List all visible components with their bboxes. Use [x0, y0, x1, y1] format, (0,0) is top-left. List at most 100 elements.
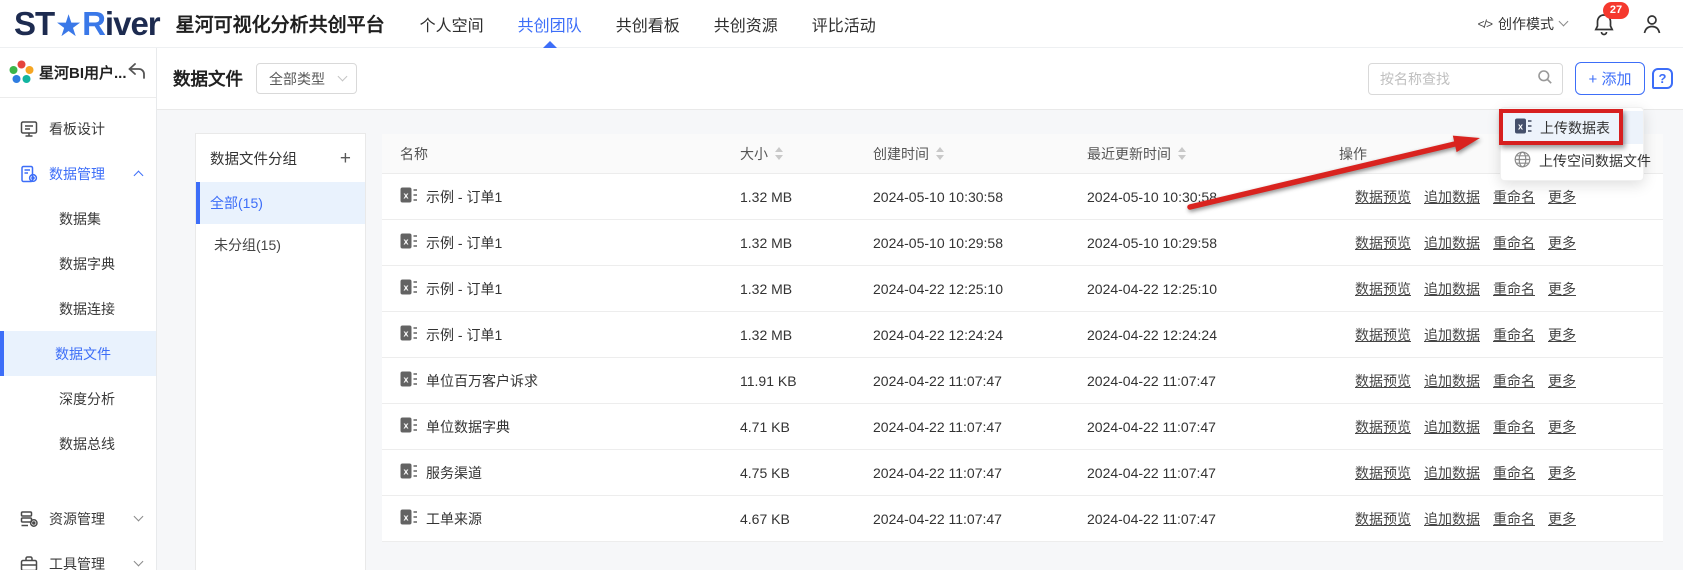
action-data-preview[interactable]: 数据预览: [1355, 417, 1411, 437]
sidebar-item-data-connection[interactable]: 数据连接: [0, 286, 156, 331]
nav-review-activity[interactable]: 评比活动: [795, 0, 893, 48]
action-rename[interactable]: 重命名: [1493, 509, 1535, 529]
excel-file-icon: x: [400, 371, 417, 390]
table-row[interactable]: x 示例 - 订单1 1.32 MB 2024-05-10 10:29:58 2…: [382, 220, 1663, 266]
excel-file-icon: x: [400, 233, 417, 252]
platform-title: 星河可视化分析共创平台: [176, 10, 385, 37]
user-avatar-icon[interactable]: [1641, 13, 1663, 35]
table-row[interactable]: x 示例 - 订单1 1.32 MB 2024-04-22 12:25:10 2…: [382, 266, 1663, 312]
table-row[interactable]: x 服务渠道 4.75 KB 2024-04-22 11:07:47 2024-…: [382, 450, 1663, 496]
code-icon: </>: [1478, 17, 1492, 31]
action-data-preview[interactable]: 数据预览: [1355, 463, 1411, 483]
data-files-table: 名称 大小 创建时间 最近更新时间 操作: [382, 134, 1663, 542]
action-data-preview[interactable]: 数据预览: [1355, 371, 1411, 391]
table-row[interactable]: x 工单来源 4.67 KB 2024-04-22 11:07:47 2024-…: [382, 496, 1663, 542]
menu-spacer: [0, 466, 156, 496]
action-append-data[interactable]: 追加数据: [1424, 417, 1480, 437]
action-more[interactable]: 更多: [1548, 417, 1576, 437]
action-append-data[interactable]: 追加数据: [1424, 371, 1480, 391]
logo-star-icon: ★: [55, 12, 81, 42]
menu-item-upload-spatial-file[interactable]: 上传空间数据文件: [1501, 144, 1643, 177]
file-name: 工单来源: [426, 509, 482, 529]
excel-file-icon: x: [400, 509, 417, 528]
column-header-name: 名称: [382, 144, 740, 164]
nav-cocreate-team[interactable]: 共创团队: [501, 0, 599, 48]
table-row[interactable]: x 示例 - 订单1 1.32 MB 2024-05-10 10:30:58 2…: [382, 174, 1663, 220]
main-area: 数据文件 全部类型 + 添加 ? 数据文件分组 +: [157, 48, 1683, 570]
sidebar-item-board-design[interactable]: 看板设计: [0, 106, 156, 151]
action-data-preview[interactable]: 数据预览: [1355, 279, 1411, 299]
column-header-updated[interactable]: 最近更新时间: [1087, 144, 1337, 164]
chevron-up-icon: [134, 171, 144, 181]
back-icon[interactable]: [128, 63, 146, 82]
nav-cocreate-resource[interactable]: 共创资源: [697, 0, 795, 48]
sort-icon[interactable]: [936, 147, 944, 160]
excel-file-icon: x: [400, 463, 417, 482]
file-size: 4.67 KB: [740, 511, 873, 527]
sidebar-item-dataset[interactable]: 数据集: [0, 196, 156, 241]
sort-icon[interactable]: [1178, 147, 1186, 160]
notification-count-badge: 27: [1603, 2, 1629, 19]
svg-text:x: x: [403, 421, 408, 431]
help-icon[interactable]: ?: [1652, 68, 1673, 89]
search-icon[interactable]: [1537, 69, 1553, 88]
action-append-data[interactable]: 追加数据: [1424, 509, 1480, 529]
action-more[interactable]: 更多: [1548, 279, 1576, 299]
action-append-data[interactable]: 追加数据: [1424, 463, 1480, 483]
action-rename[interactable]: 重命名: [1493, 279, 1535, 299]
group-item-all[interactable]: 全部(15): [196, 182, 365, 224]
action-more[interactable]: 更多: [1548, 187, 1576, 207]
updated-time: 2024-04-22 11:07:47: [1087, 465, 1337, 481]
action-append-data[interactable]: 追加数据: [1424, 187, 1480, 207]
action-more[interactable]: 更多: [1548, 325, 1576, 345]
action-rename[interactable]: 重命名: [1493, 463, 1535, 483]
sidebar-item-tool-management[interactable]: 工具管理: [0, 541, 156, 570]
logo-text-iver: iver: [105, 7, 160, 40]
sidebar-item-data-dictionary[interactable]: 数据字典: [0, 241, 156, 286]
menu-item-upload-data-table[interactable]: x 上传数据表: [1501, 111, 1643, 144]
sidebar-item-data-management[interactable]: 数据管理: [0, 151, 156, 196]
sort-icon[interactable]: [775, 147, 783, 160]
action-more[interactable]: 更多: [1548, 509, 1576, 529]
add-button[interactable]: + 添加: [1575, 62, 1645, 95]
sidebar-item-data-bus[interactable]: 数据总线: [0, 421, 156, 466]
action-more[interactable]: 更多: [1548, 463, 1576, 483]
action-append-data[interactable]: 追加数据: [1424, 233, 1480, 253]
action-rename[interactable]: 重命名: [1493, 325, 1535, 345]
updated-time: 2024-04-22 12:24:24: [1087, 327, 1337, 343]
creation-mode-switch[interactable]: </> 创作模式: [1478, 14, 1567, 34]
updated-time: 2024-05-10 10:29:58: [1087, 235, 1337, 251]
action-more[interactable]: 更多: [1548, 371, 1576, 391]
groups-panel-title: 数据文件分组: [210, 148, 340, 169]
action-rename[interactable]: 重命名: [1493, 371, 1535, 391]
chevron-down-icon: [134, 512, 144, 522]
action-append-data[interactable]: 追加数据: [1424, 279, 1480, 299]
column-header-size[interactable]: 大小: [740, 144, 873, 164]
action-rename[interactable]: 重命名: [1493, 187, 1535, 207]
notification-bell-icon[interactable]: 27: [1593, 12, 1615, 36]
sidebar-item-resource-management[interactable]: 资源管理: [0, 496, 156, 541]
sidebar-item-data-file[interactable]: 数据文件: [0, 331, 156, 376]
action-data-preview[interactable]: 数据预览: [1355, 233, 1411, 253]
nav-cocreate-board[interactable]: 共创看板: [599, 0, 697, 48]
search-input[interactable]: [1380, 71, 1537, 87]
table-row[interactable]: x 示例 - 订单1 1.32 MB 2024-04-22 12:24:24 2…: [382, 312, 1663, 358]
table-row[interactable]: x 单位百万客户诉求 11.91 KB 2024-04-22 11:07:47 …: [382, 358, 1663, 404]
action-data-preview[interactable]: 数据预览: [1355, 187, 1411, 207]
action-rename[interactable]: 重命名: [1493, 233, 1535, 253]
group-item-ungrouped[interactable]: 未分组(15): [196, 224, 365, 266]
file-type-filter-select[interactable]: 全部类型: [256, 63, 357, 94]
action-rename[interactable]: 重命名: [1493, 417, 1535, 437]
action-more[interactable]: 更多: [1548, 233, 1576, 253]
table-row[interactable]: x 单位数据字典 4.71 KB 2024-04-22 11:07:47 202…: [382, 404, 1663, 450]
action-append-data[interactable]: 追加数据: [1424, 325, 1480, 345]
action-data-preview[interactable]: 数据预览: [1355, 325, 1411, 345]
column-header-created[interactable]: 创建时间: [873, 144, 1087, 164]
add-group-icon[interactable]: +: [340, 149, 351, 168]
nav-personal-space[interactable]: 个人空间: [403, 0, 501, 48]
action-data-preview[interactable]: 数据预览: [1355, 509, 1411, 529]
active-tab-indicator: [543, 41, 557, 48]
file-size: 1.32 MB: [740, 281, 873, 297]
workspace-name: 星河BI用户...: [39, 62, 128, 83]
sidebar-item-deep-analysis[interactable]: 深度分析: [0, 376, 156, 421]
